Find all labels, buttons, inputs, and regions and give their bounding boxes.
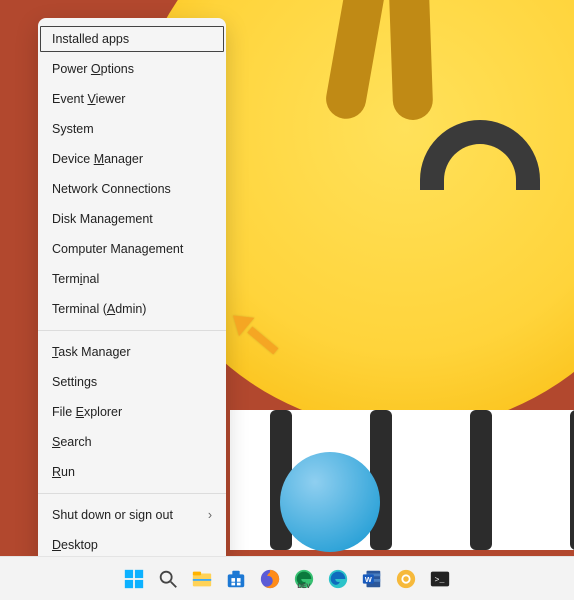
chevron-right-icon: › <box>208 508 212 522</box>
edge-icon[interactable] <box>324 565 352 593</box>
menu-item-event-viewer[interactable]: Event Viewer <box>38 84 226 114</box>
menu-item-device-manager[interactable]: Device Manager <box>38 144 226 174</box>
menu-item-power-options[interactable]: Power Options <box>38 54 226 84</box>
edge-dev-icon[interactable]: DEV <box>290 565 318 593</box>
menu-separator <box>38 330 226 331</box>
menu-item-network-connections[interactable]: Network Connections <box>38 174 226 204</box>
menu-item-system[interactable]: System <box>38 114 226 144</box>
menu-item-label: Device Manager <box>52 152 143 166</box>
microsoft-store-icon[interactable] <box>222 565 250 593</box>
outlook-icon[interactable] <box>392 565 420 593</box>
word-icon[interactable]: W <box>358 565 386 593</box>
menu-item-disk-management[interactable]: Disk Management <box>38 204 226 234</box>
taskbar: DEV W >_ <box>0 556 574 600</box>
menu-item-file-explorer[interactable]: File Explorer <box>38 397 226 427</box>
wallpaper-hand <box>387 0 434 121</box>
menu-item-label: Desktop <box>52 538 98 552</box>
menu-item-shut-down-or-sign-out[interactable]: Shut down or sign out › <box>38 500 226 530</box>
menu-item-label: Search <box>52 435 92 449</box>
wallpaper-bars <box>230 410 574 550</box>
svg-text:DEV: DEV <box>297 583 311 590</box>
file-explorer-icon[interactable] <box>188 565 216 593</box>
menu-item-label: Task Manager <box>52 345 131 359</box>
firefox-icon[interactable] <box>256 565 284 593</box>
menu-item-label: Power Options <box>52 62 134 76</box>
start-icon[interactable] <box>120 565 148 593</box>
menu-item-label: File Explorer <box>52 405 122 419</box>
menu-item-label: Settings <box>52 375 97 389</box>
wallpaper-ball <box>280 452 380 552</box>
menu-item-installed-apps[interactable]: Installed apps <box>38 24 226 54</box>
menu-item-label: Computer Management <box>52 242 183 256</box>
menu-separator <box>38 493 226 494</box>
menu-item-label: Run <box>52 465 75 479</box>
winx-context-menu: Installed apps Power Options Event Viewer S… <box>38 18 226 566</box>
menu-item-task-manager[interactable]: Task Manager <box>38 337 226 367</box>
menu-item-computer-management[interactable]: Computer Management <box>38 234 226 264</box>
menu-item-label: Shut down or sign out <box>52 508 173 522</box>
menu-item-label: Terminal (Admin) <box>52 302 146 316</box>
menu-item-terminal-admin[interactable]: Terminal (Admin) <box>38 294 226 324</box>
menu-item-search[interactable]: Search <box>38 427 226 457</box>
menu-item-label: Network Connections <box>52 182 171 196</box>
svg-text:>_: >_ <box>435 575 445 584</box>
terminal-icon[interactable]: >_ <box>426 565 454 593</box>
svg-text:W: W <box>365 574 372 583</box>
menu-item-label: Event Viewer <box>52 92 125 106</box>
menu-item-run[interactable]: Run <box>38 457 226 487</box>
search-icon[interactable] <box>154 565 182 593</box>
menu-item-settings[interactable]: Settings <box>38 367 226 397</box>
menu-item-terminal[interactable]: Terminal <box>38 264 226 294</box>
menu-item-label: System <box>52 122 94 136</box>
menu-item-label: Terminal <box>52 272 99 286</box>
menu-item-label: Disk Management <box>52 212 153 226</box>
menu-item-label: Installed apps <box>52 32 129 46</box>
